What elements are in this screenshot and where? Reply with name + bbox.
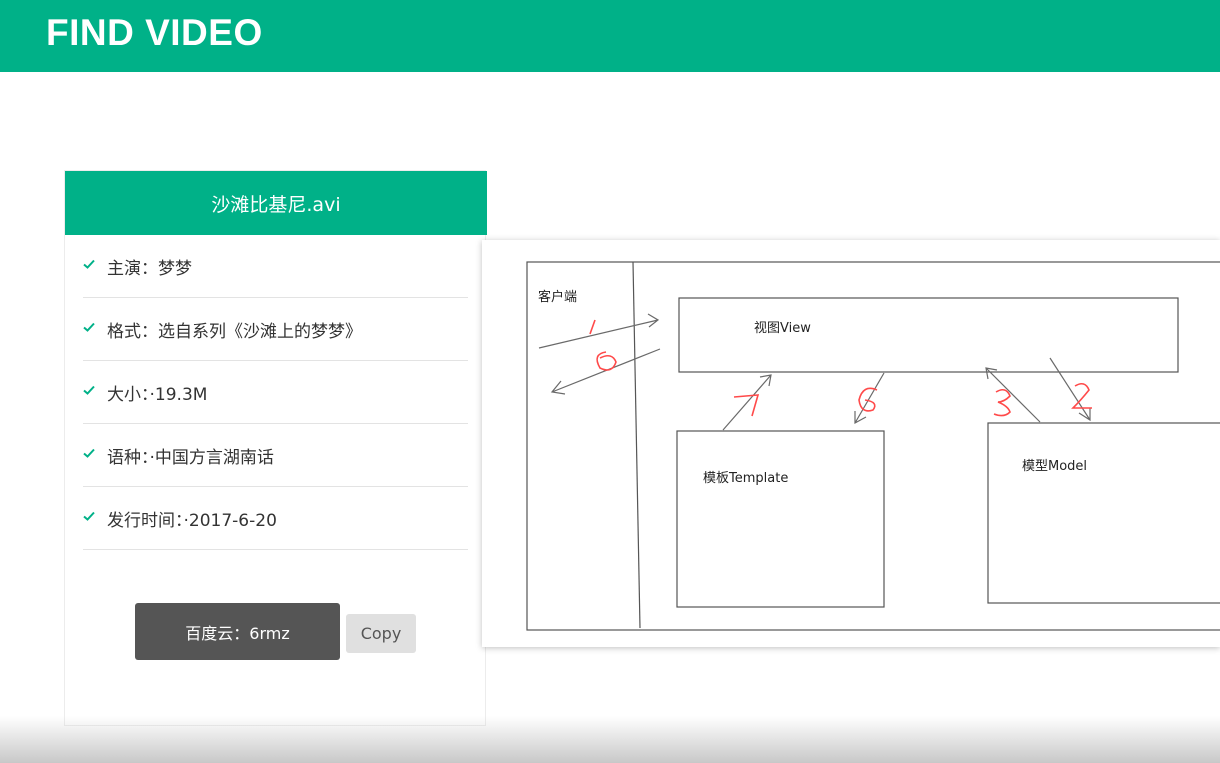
arrow-view-to-model — [1049, 357, 1091, 422]
step-mark-2 — [1071, 382, 1092, 409]
check-icon — [83, 385, 95, 395]
check-icon — [83, 511, 95, 521]
info-list: 主演：梦梦 格式：选自系列《沙滩上的梦梦》 大小：·19.3M 语种：·中国方言… — [83, 235, 468, 550]
copy-button[interactable]: Copy — [346, 614, 416, 653]
step-mark-1 — [589, 319, 596, 335]
template-box — [676, 430, 885, 608]
top-navbar: FIND VIDEO — [0, 0, 1220, 72]
video-info-card: 沙滩比基尼.avi 主演：梦梦 格式：选自系列《沙滩上的梦梦》 大小：·19.3… — [64, 170, 487, 726]
model-box — [987, 422, 1220, 604]
step-mark-8 — [596, 351, 617, 371]
info-item-format: 格式：选自系列《沙滩上的梦梦》 — [83, 298, 468, 361]
template-label: 模板Template — [703, 471, 789, 486]
outer-frame — [526, 261, 1220, 631]
check-icon — [83, 259, 95, 269]
info-text: 大小：·19.3M — [107, 384, 208, 405]
brand-title[interactable]: FIND VIDEO — [46, 12, 263, 54]
info-item-actor: 主演：梦梦 — [83, 235, 468, 298]
client-divider — [632, 261, 641, 629]
arrow-template-to-view — [722, 374, 772, 431]
arrow-client-to-view — [538, 313, 660, 349]
view-label: 视图View — [754, 321, 811, 336]
bottom-shadow — [0, 716, 1220, 763]
share-code-button[interactable]: 百度云：6rmz — [135, 603, 340, 660]
info-item-size: 大小：·19.3M — [83, 361, 468, 424]
info-text: 发行时间：·2017-6-20 — [107, 510, 277, 531]
info-text: 语种：·中国方言湖南话 — [107, 447, 274, 468]
client-label: 客户端 — [538, 290, 578, 305]
diagram-drawing — [526, 261, 1220, 631]
model-label: 模型Model — [1022, 459, 1088, 474]
info-item-language: 语种：·中国方言湖南话 — [83, 424, 468, 487]
video-title: 沙滩比基尼.avi — [65, 171, 487, 235]
check-icon — [83, 448, 95, 458]
info-text: 格式：选自系列《沙滩上的梦梦》 — [107, 321, 362, 342]
step-mark-3 — [993, 388, 1011, 417]
check-icon — [83, 322, 95, 332]
info-text: 主演：梦梦 — [107, 258, 192, 279]
mtv-diagram-image: 客户端 视图View 模板Template 模型Model — [482, 240, 1220, 647]
info-item-release-date: 发行时间：·2017-6-20 — [83, 487, 468, 550]
